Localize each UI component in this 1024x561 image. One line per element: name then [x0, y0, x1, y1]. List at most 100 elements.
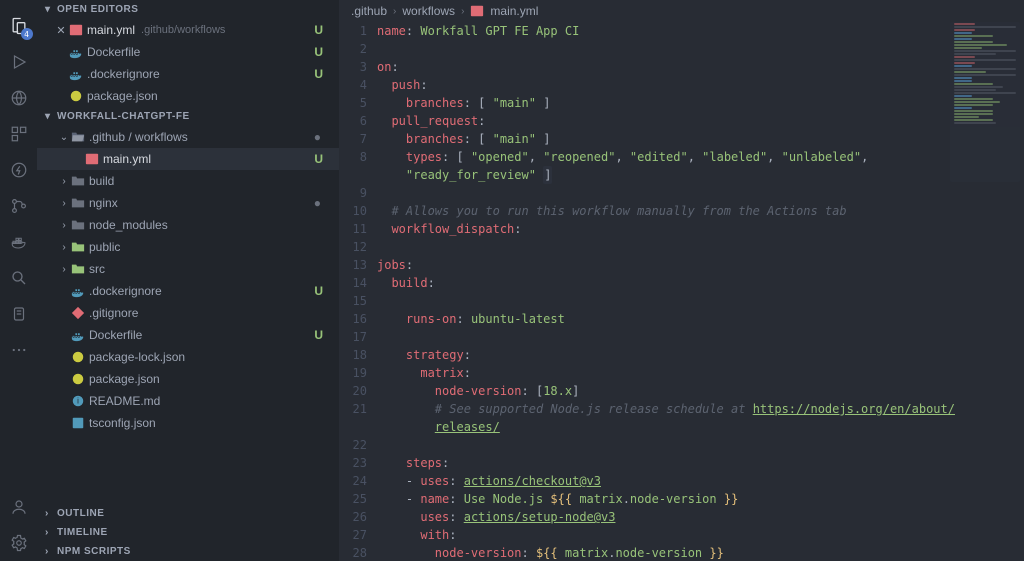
- code-line[interactable]: branches: [ "main" ]: [377, 94, 1016, 112]
- json-icon: [69, 89, 87, 103]
- open-editors-header[interactable]: ▾ OPEN EDITORS: [37, 0, 339, 19]
- line-number: 27: [339, 526, 367, 544]
- code-line[interactable]: [377, 238, 1016, 256]
- extensions-icon[interactable]: [5, 120, 33, 148]
- code-line[interactable]: [377, 184, 1016, 202]
- code-line[interactable]: # Allows you to run this workflow manual…: [377, 202, 1016, 220]
- code-line[interactable]: # See supported Node.js release schedule…: [377, 400, 1016, 418]
- git-icon: [71, 306, 89, 320]
- tree-item[interactable]: main.ymlU: [37, 148, 339, 170]
- code-line[interactable]: strategy:: [377, 346, 1016, 364]
- code-line[interactable]: [377, 436, 1016, 454]
- yml-icon: [470, 4, 484, 18]
- chevron-right-icon: ›: [45, 527, 57, 538]
- section-header[interactable]: ›TIMELINE: [37, 523, 339, 542]
- explorer-icon[interactable]: [5, 12, 33, 40]
- tree-item[interactable]: ›public: [37, 236, 339, 258]
- section-header[interactable]: ›NPM SCRIPTS: [37, 542, 339, 561]
- code-line[interactable]: node-version: ${{ matrix.node-version }}: [377, 544, 1016, 561]
- thunder-icon[interactable]: [5, 156, 33, 184]
- line-number: 28: [339, 544, 367, 561]
- code-line[interactable]: workflow_dispatch:: [377, 220, 1016, 238]
- tree-item[interactable]: .gitignore: [37, 302, 339, 324]
- code-line[interactable]: name: Workfall GPT FE App CI: [377, 22, 1016, 40]
- code-line[interactable]: push:: [377, 76, 1016, 94]
- code-line[interactable]: pull_request:: [377, 112, 1016, 130]
- line-number: 11: [339, 220, 367, 238]
- tree-item[interactable]: .dockerignoreU: [37, 280, 339, 302]
- code-line[interactable]: [377, 40, 1016, 58]
- code-line[interactable]: build:: [377, 274, 1016, 292]
- file-label: .dockerignore: [89, 284, 162, 298]
- open-editor-item[interactable]: .dockerignoreU: [37, 63, 339, 85]
- code-line[interactable]: branches: [ "main" ]: [377, 130, 1016, 148]
- line-number: 26: [339, 508, 367, 526]
- section-header[interactable]: ›OUTLINE: [37, 504, 339, 523]
- tree-item[interactable]: ›nginx●: [37, 192, 339, 214]
- code-line[interactable]: runs-on: ubuntu-latest: [377, 310, 1016, 328]
- more-icon[interactable]: [5, 336, 33, 364]
- code-line[interactable]: steps:: [377, 454, 1016, 472]
- tree-item[interactable]: tsconfig.json: [37, 412, 339, 434]
- run-icon[interactable]: [5, 48, 33, 76]
- open-editor-item[interactable]: ✕main.yml.github/workflowsU: [37, 19, 339, 41]
- code-content[interactable]: name: Workfall GPT FE App CI on: push: b…: [377, 22, 1024, 561]
- search-icon[interactable]: [5, 264, 33, 292]
- chevron-right-icon: ›: [45, 546, 57, 557]
- json-icon: [71, 350, 89, 364]
- line-number: 18: [339, 346, 367, 364]
- md-icon: i: [71, 394, 89, 408]
- breadcrumb-item[interactable]: main.yml: [490, 4, 538, 18]
- code-line[interactable]: with:: [377, 526, 1016, 544]
- tree-item[interactable]: iREADME.md: [37, 390, 339, 412]
- code-line[interactable]: "ready_for_review" ]: [377, 166, 1016, 184]
- code-line[interactable]: [377, 328, 1016, 346]
- breadcrumb-item[interactable]: workflows: [402, 4, 455, 18]
- open-editor-item[interactable]: DockerfileU: [37, 41, 339, 63]
- database-icon[interactable]: [5, 300, 33, 328]
- editor: .github›workflows›main.yml 1234567891011…: [339, 0, 1024, 561]
- code-line[interactable]: - name: Use Node.js ${{ matrix.node-vers…: [377, 490, 1016, 508]
- file-label: README.md: [89, 394, 160, 408]
- folder-icon: [71, 196, 89, 210]
- breadcrumb-item[interactable]: .github: [351, 4, 387, 18]
- code-line[interactable]: jobs:: [377, 256, 1016, 274]
- code-line[interactable]: matrix:: [377, 364, 1016, 382]
- yml-icon: [470, 4, 484, 18]
- remote-icon[interactable]: [5, 84, 33, 112]
- status-badge: U: [314, 23, 333, 37]
- file-label: build: [89, 174, 114, 188]
- gear-icon[interactable]: [5, 529, 33, 557]
- code-line[interactable]: uses: actions/setup-node@v3: [377, 508, 1016, 526]
- minimap[interactable]: [950, 22, 1020, 182]
- tree-item[interactable]: ›src: [37, 258, 339, 280]
- editor-body[interactable]: 1234567891011121314151617181920212223242…: [339, 22, 1024, 561]
- code-line[interactable]: on:: [377, 58, 1016, 76]
- tree-item[interactable]: ⌄.github / workflows●: [37, 126, 339, 148]
- line-number: 12: [339, 238, 367, 256]
- tree-item[interactable]: package.json: [37, 368, 339, 390]
- tree-item[interactable]: DockerfileU: [37, 324, 339, 346]
- tree-item[interactable]: package-lock.json: [37, 346, 339, 368]
- file-label: .github / workflows: [89, 130, 188, 144]
- code-line[interactable]: node-version: [18.x]: [377, 382, 1016, 400]
- chevron-right-icon: ›: [45, 508, 57, 519]
- tree-item[interactable]: ›build: [37, 170, 339, 192]
- git-icon[interactable]: [5, 192, 33, 220]
- account-icon[interactable]: [5, 493, 33, 521]
- code-line[interactable]: [377, 292, 1016, 310]
- line-number: 21: [339, 400, 367, 418]
- file-label: public: [89, 240, 120, 254]
- code-line[interactable]: types: [ "opened", "reopened", "edited",…: [377, 148, 1016, 166]
- docker-icon[interactable]: [5, 228, 33, 256]
- breadcrumb[interactable]: .github›workflows›main.yml: [339, 0, 1024, 22]
- close-icon[interactable]: ✕: [53, 24, 69, 37]
- line-number: 8: [339, 148, 367, 166]
- code-line[interactable]: - uses: actions/checkout@v3: [377, 472, 1016, 490]
- project-header[interactable]: ▾ WORKFALL-CHATGPT-FE: [37, 107, 339, 126]
- open-editor-item[interactable]: package.json: [37, 85, 339, 107]
- code-line[interactable]: releases/: [377, 418, 1016, 436]
- chevron-down-icon: ▾: [45, 111, 57, 122]
- tree-item[interactable]: ›node_modules: [37, 214, 339, 236]
- file-label: Dockerfile: [87, 45, 140, 59]
